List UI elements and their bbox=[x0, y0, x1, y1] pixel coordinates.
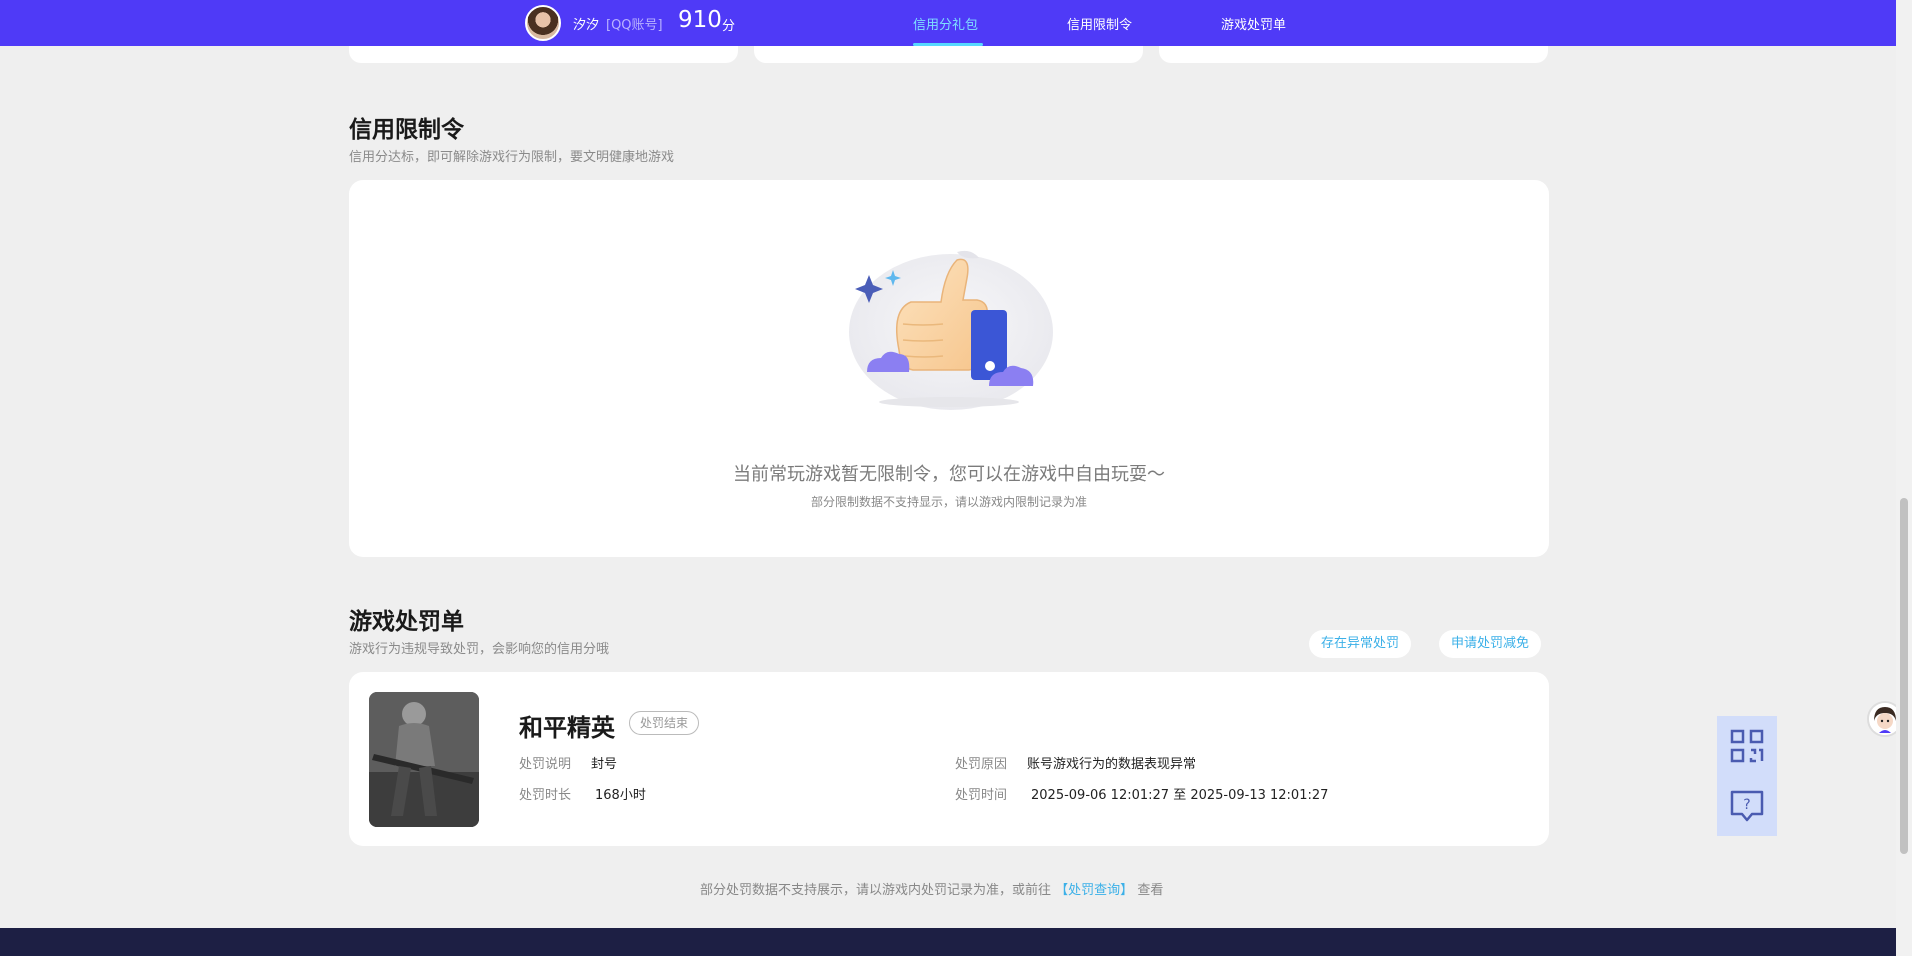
help-chat-icon: ? bbox=[1730, 790, 1764, 822]
user-avatar[interactable] bbox=[525, 5, 561, 41]
restriction-empty-note: 部分限制数据不支持显示，请以游戏内限制记录为准 bbox=[810, 495, 1087, 509]
game-name: 和平精英 bbox=[519, 714, 615, 742]
thumbs-up-illustration bbox=[849, 250, 1053, 410]
penalty-desc-label: 处罚说明 bbox=[519, 757, 572, 772]
penalty-reason-value: 账号游戏行为的数据表现异常 bbox=[1027, 757, 1197, 772]
restriction-empty-message: 当前常玩游戏暂无限制令，您可以在游戏中自由玩耍～ bbox=[733, 464, 1165, 485]
credit-score-unit: 分 bbox=[722, 19, 736, 34]
qr-code-button[interactable] bbox=[1717, 716, 1777, 776]
scrollbar-thumb[interactable] bbox=[1900, 498, 1908, 854]
penalty-title: 游戏处罚单 bbox=[349, 609, 464, 635]
penalty-duration-label: 处罚时长 bbox=[519, 788, 572, 803]
credit-score: 910 bbox=[678, 7, 722, 33]
penalty-footer-suffix: 查看 bbox=[1137, 883, 1164, 898]
qr-code-icon bbox=[1730, 729, 1764, 763]
penalty-footer-note: 部分处罚数据不支持展示，请以游戏内处罚记录为准，或前往 【处罚查询】 查看 bbox=[700, 879, 1163, 898]
username: 汐汐 bbox=[573, 18, 600, 33]
status-badge: 处罚结束 bbox=[629, 711, 700, 735]
svg-text:?: ? bbox=[1743, 797, 1750, 813]
tab-credit-restriction[interactable]: 信用限制令 bbox=[1067, 14, 1132, 33]
game-cover-image bbox=[369, 692, 479, 827]
penalty-time-value: 2025-09-06 12:01:27 至 2025-09-13 12:01:2… bbox=[1031, 788, 1329, 803]
restriction-card: 当前常玩游戏暂无限制令，您可以在游戏中自由玩耍～ 部分限制数据不支持显示，请以游… bbox=[349, 180, 1549, 557]
penalty-reason-label: 处罚原因 bbox=[955, 757, 1008, 772]
penalty-desc-value: 封号 bbox=[591, 757, 618, 772]
penalty-appeal-button[interactable]: 申请处罚减免 bbox=[1439, 630, 1542, 658]
account-type: [QQ账号] bbox=[606, 18, 663, 33]
top-nav: 汐汐 [QQ账号] 910 分 信用分礼包 信用限制令 游戏处罚单 bbox=[0, 0, 1896, 46]
penalty-card: 和平精英 处罚结束 处罚说明 封号 处罚时长 168小时 处罚原因 账号游戏行为… bbox=[349, 672, 1549, 846]
penalty-subtitle: 游戏行为违规导致处罚，会影响您的信用分哦 bbox=[349, 642, 610, 657]
tab-game-penalty[interactable]: 游戏处罚单 bbox=[1221, 14, 1286, 33]
tab-credit-gift[interactable]: 信用分礼包 bbox=[913, 14, 978, 33]
help-button[interactable]: ? bbox=[1717, 776, 1777, 836]
page-scrollbar[interactable] bbox=[1896, 0, 1912, 956]
abnormal-penalty-button[interactable]: 存在异常处罚 bbox=[1309, 630, 1412, 658]
game-cover-art bbox=[369, 692, 479, 827]
penalty-time-label: 处罚时间 bbox=[955, 788, 1008, 803]
page-footer bbox=[0, 928, 1896, 956]
penalty-duration-value: 168小时 bbox=[595, 788, 646, 803]
penalty-footer-prefix: 部分处罚数据不支持展示，请以游戏内处罚记录为准，或前往 bbox=[700, 883, 1052, 898]
restriction-title: 信用限制令 bbox=[349, 117, 464, 143]
active-tab-indicator bbox=[913, 43, 983, 46]
penalty-query-link[interactable]: 【处罚查询】 bbox=[1055, 883, 1133, 898]
restriction-subtitle: 信用分达标，即可解除游戏行为限制，要文明健康地游戏 bbox=[349, 150, 675, 165]
